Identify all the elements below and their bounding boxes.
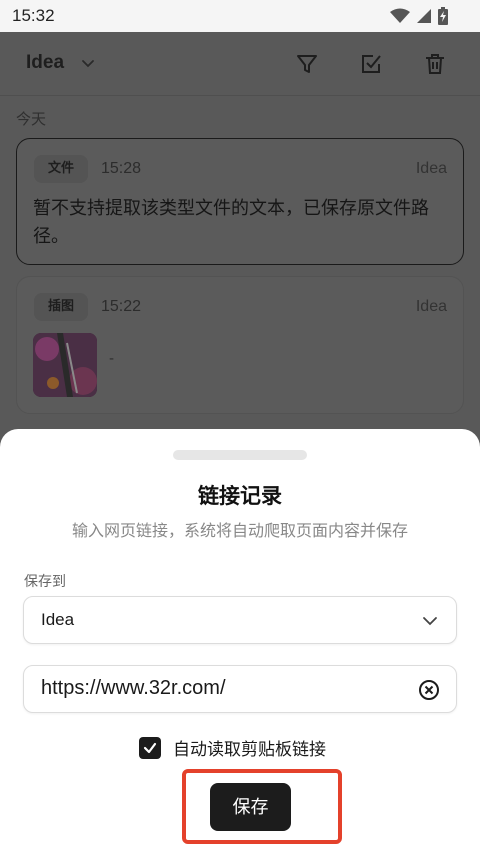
record-type-tag: 文件 bbox=[34, 155, 89, 183]
section-date-label: 今天 bbox=[16, 110, 47, 128]
record-time: 15:28 bbox=[101, 160, 142, 177]
link-record-sheet: 链接记录 输入网页链接，系统将自动爬取页面内容并保存 保存到 Idea http… bbox=[0, 429, 480, 853]
record-source: Idea bbox=[415, 298, 447, 315]
record-type-tag: 插图 bbox=[34, 293, 89, 321]
save-to-value: Idea bbox=[41, 610, 75, 629]
sheet-title: 链接记录 bbox=[198, 484, 282, 508]
select-check-icon[interactable] bbox=[358, 51, 384, 77]
record-body: 暂不支持提取该类型文件的文本，已保存原文件路径。 bbox=[33, 198, 429, 247]
auto-read-clipboard-row[interactable]: 自动读取剪贴板链接 bbox=[139, 735, 326, 760]
status-icons bbox=[390, 7, 448, 25]
notebook-title[interactable]: Idea bbox=[26, 52, 64, 74]
signal-icon bbox=[417, 9, 431, 23]
wifi-icon bbox=[390, 8, 410, 23]
auto-read-label: 自动读取剪贴板链接 bbox=[173, 740, 326, 760]
record-source: Idea bbox=[415, 160, 447, 177]
sheet-subtitle: 输入网页链接，系统将自动爬取页面内容并保存 bbox=[71, 521, 408, 540]
url-input[interactable]: https://www.32r.com/ bbox=[23, 665, 457, 713]
save-to-select[interactable]: Idea bbox=[23, 596, 457, 644]
check-icon bbox=[143, 742, 157, 753]
filter-icon[interactable] bbox=[294, 51, 320, 77]
url-input-value: https://www.32r.com/ bbox=[41, 677, 226, 699]
status-time: 15:32 bbox=[12, 6, 55, 25]
record-card[interactable]: 插图 15:22 Idea - bbox=[16, 276, 464, 414]
record-time: 15:22 bbox=[101, 298, 142, 315]
app-bar: Idea bbox=[0, 32, 480, 96]
record-body: - bbox=[109, 351, 115, 367]
record-card[interactable]: 文件 15:28 Idea 暂不支持提取该类型文件的文本，已保存原文件路径。 bbox=[16, 138, 464, 265]
record-image-thumbnail[interactable] bbox=[33, 333, 97, 397]
clear-input-icon[interactable] bbox=[418, 679, 440, 701]
chevron-down-icon[interactable] bbox=[80, 55, 96, 71]
sheet-drag-handle[interactable] bbox=[173, 450, 307, 460]
battery-charging-icon bbox=[438, 7, 448, 25]
delete-icon[interactable] bbox=[422, 51, 448, 77]
chevron-down-icon bbox=[423, 617, 437, 626]
save-to-label: 保存到 bbox=[24, 574, 66, 590]
save-button[interactable]: 保存 bbox=[210, 783, 291, 831]
status-bar: 15:32 bbox=[0, 0, 480, 32]
auto-read-checkbox[interactable] bbox=[139, 736, 161, 759]
